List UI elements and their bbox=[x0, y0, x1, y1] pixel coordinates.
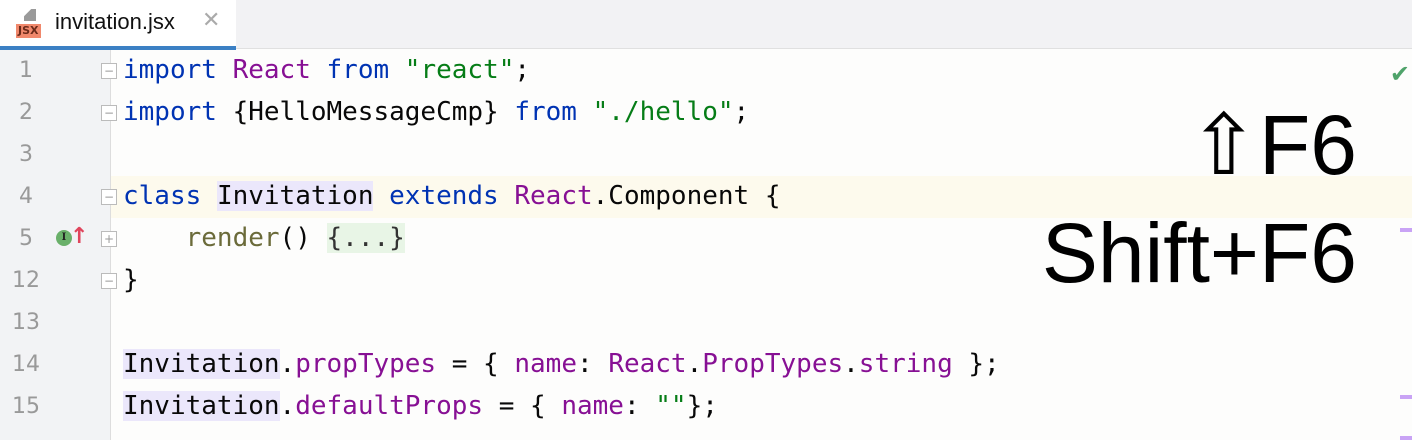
shortcut-mac: ⇧F6 bbox=[1188, 98, 1357, 192]
token: }; bbox=[686, 391, 718, 421]
token: from bbox=[514, 97, 577, 127]
token: React bbox=[232, 55, 311, 85]
jsx-file-icon: JSX bbox=[14, 9, 46, 39]
fold-end-icon[interactable]: − bbox=[101, 273, 117, 289]
line-number: 1 bbox=[19, 58, 33, 83]
no-problems-check-icon[interactable]: ✔ bbox=[1390, 60, 1410, 88]
error-stripe-mark[interactable] bbox=[1400, 228, 1412, 232]
token: defaultProps bbox=[295, 391, 484, 421]
shortcut-win: Shift+F6 bbox=[1041, 206, 1357, 300]
token: extends bbox=[389, 181, 499, 211]
token: PropTypes bbox=[702, 349, 844, 379]
token: propTypes bbox=[295, 349, 437, 379]
token: : bbox=[623, 391, 656, 421]
token: = { bbox=[436, 349, 515, 379]
token: name bbox=[561, 391, 624, 421]
line-number: 13 bbox=[12, 310, 40, 335]
token: import bbox=[123, 97, 217, 127]
token: : bbox=[577, 349, 609, 379]
token: from bbox=[326, 55, 390, 85]
token: "" bbox=[655, 391, 687, 421]
tab-bar: JSX invitation.jsx ✕ bbox=[0, 0, 1412, 50]
fold-expand-icon[interactable]: + bbox=[101, 231, 117, 247]
token: ; bbox=[733, 97, 750, 127]
token: React bbox=[608, 349, 687, 379]
code-line[interactable]: 1 − import React from "react"; bbox=[0, 50, 1412, 92]
overrides-arrow-icon[interactable]: ↑ bbox=[70, 224, 88, 249]
line-number: 5 bbox=[19, 226, 33, 251]
token-highlighted: Invitation bbox=[123, 391, 280, 421]
error-stripe-mark[interactable] bbox=[1400, 395, 1412, 399]
token: class bbox=[123, 181, 202, 211]
token: . bbox=[686, 349, 703, 379]
token: name bbox=[514, 349, 577, 379]
token: }; bbox=[952, 349, 1000, 379]
fold-collapse-icon[interactable]: − bbox=[101, 63, 117, 79]
line-number: 3 bbox=[19, 142, 33, 167]
line-number: 2 bbox=[19, 100, 33, 125]
token: . bbox=[279, 349, 296, 379]
token: "./hello" bbox=[592, 97, 734, 127]
line-number: 4 bbox=[19, 184, 33, 209]
token: = { bbox=[483, 391, 562, 421]
folded-region[interactable]: {...} bbox=[326, 223, 405, 253]
code-line[interactable]: 14 Invitation.propTypes = { name: React.… bbox=[0, 344, 1412, 386]
fold-collapse-icon[interactable]: − bbox=[101, 189, 117, 205]
token: ; bbox=[514, 55, 531, 85]
token: render bbox=[185, 223, 280, 253]
token: {HelloMessageCmp} bbox=[232, 97, 499, 127]
code-line[interactable]: 13 bbox=[0, 302, 1412, 344]
token: .Component { bbox=[592, 181, 781, 211]
token: import bbox=[123, 55, 217, 85]
token: } bbox=[123, 265, 139, 295]
close-icon[interactable]: ✕ bbox=[202, 8, 220, 33]
error-stripe-mark[interactable] bbox=[1400, 436, 1412, 440]
fold-end-icon[interactable]: − bbox=[101, 105, 117, 121]
token: () bbox=[279, 223, 327, 253]
tab-invitation-jsx[interactable]: JSX invitation.jsx ✕ bbox=[0, 0, 236, 50]
line-number: 12 bbox=[12, 268, 40, 293]
token-highlighted: Invitation bbox=[123, 349, 280, 379]
token-highlighted: Invitation bbox=[216, 181, 374, 211]
token: "react" bbox=[404, 55, 515, 85]
code-line[interactable]: 15 Invitation.defaultProps = { name: ""}… bbox=[0, 386, 1412, 428]
tab-label: invitation.jsx bbox=[55, 9, 175, 34]
token: . bbox=[843, 349, 859, 379]
line-number: 15 bbox=[12, 394, 40, 419]
line-number: 14 bbox=[12, 352, 40, 377]
token: string bbox=[858, 349, 953, 379]
token: React bbox=[514, 181, 593, 211]
token: . bbox=[279, 391, 296, 421]
